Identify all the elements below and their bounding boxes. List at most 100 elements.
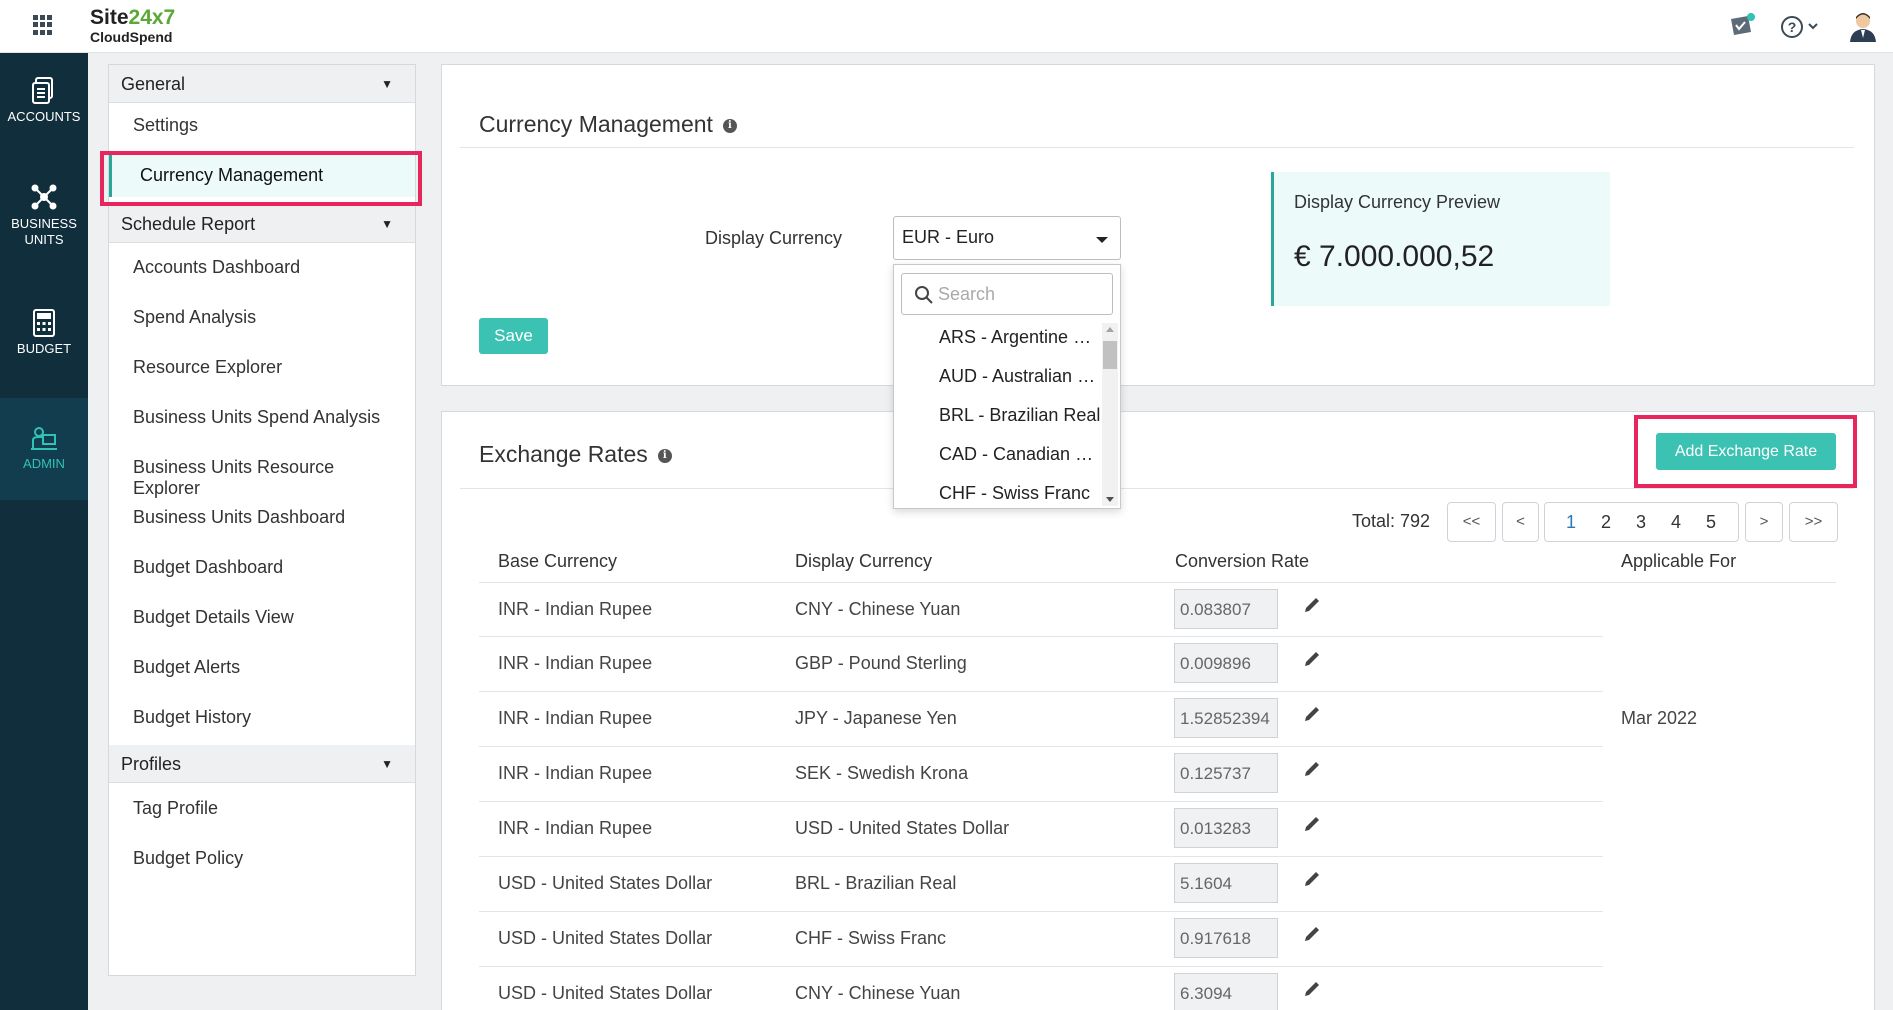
rail-accounts[interactable]: ACCOUNTS [0, 77, 88, 137]
section-profiles-label: Profiles [121, 754, 182, 774]
divider [460, 147, 1854, 148]
dropdown-option[interactable]: AUD - Australian Dollar [939, 366, 1101, 387]
col-base-currency: Base Currency [498, 551, 618, 571]
base-currency-cell: INR - Indian Rupee [498, 708, 653, 728]
conversion-rate-field: 0.125737 [1174, 753, 1278, 793]
page-number-group: 1 2 3 4 5 [1544, 502, 1739, 542]
row-divider [479, 636, 1603, 637]
scroll-up-icon[interactable] [1106, 327, 1114, 332]
dropdown-option[interactable]: CHF - Swiss Franc [939, 483, 1101, 504]
nav-settings[interactable]: Settings [109, 103, 415, 147]
help-icon[interactable]: ? [1780, 14, 1822, 45]
display-currency-preview: Display Currency Preview € 7.000.000,52 [1271, 172, 1610, 306]
section-general[interactable]: General ▼ [109, 65, 415, 103]
display-currency-cell: CNY - Chinese Yuan [795, 983, 961, 1003]
chevron-down-icon: ▼ [381, 757, 393, 771]
section-schedule-report[interactable]: Schedule Report ▼ [109, 205, 415, 243]
total-count: Total: 792 [1352, 511, 1431, 531]
preview-value: € 7.000.000,52 [1294, 240, 1495, 273]
pencil-icon[interactable] [1302, 979, 1322, 1004]
nav-budget-history[interactable]: Budget History [109, 695, 415, 739]
divider [460, 488, 1854, 489]
preview-title: Display Currency Preview [1294, 192, 1501, 212]
display-currency-select[interactable]: EUR - Euro [893, 216, 1121, 260]
conversion-rate-field: 1.52852394 [1174, 698, 1278, 738]
nav-budget-details-view[interactable]: Budget Details View [109, 595, 415, 639]
nav-spend-analysis[interactable]: Spend Analysis [109, 295, 415, 339]
accounts-icon [32, 77, 53, 104]
conversion-rate-field: 0.013283 [1174, 808, 1278, 848]
display-currency-cell: CNY - Chinese Yuan [795, 599, 961, 619]
base-currency-cell: INR - Indian Rupee [498, 599, 653, 619]
pencil-icon[interactable] [1302, 814, 1322, 839]
conversion-rate-field: 0.009896 [1174, 643, 1278, 683]
base-currency-cell: INR - Indian Rupee [498, 763, 653, 783]
admin-icon [31, 427, 57, 450]
pencil-icon[interactable] [1302, 649, 1322, 674]
scroll-down-icon[interactable] [1106, 497, 1114, 502]
nav-resource-explorer[interactable]: Resource Explorer [109, 345, 415, 389]
display-currency-cell: BRL - Brazilian Real [795, 873, 957, 893]
apps-grid-icon[interactable] [33, 15, 53, 35]
first-page-button[interactable]: << [1447, 502, 1496, 542]
rail-business-units[interactable]: BUSINESS UNITS [0, 182, 88, 262]
scroll-thumb[interactable] [1103, 341, 1117, 369]
display-currency-cell: USD - United States Dollar [795, 818, 1010, 838]
pencil-icon[interactable] [1302, 924, 1322, 949]
section-profiles[interactable]: Profiles ▼ [109, 745, 415, 783]
col-conversion-rate: Conversion Rate [1175, 551, 1310, 571]
pencil-icon[interactable] [1302, 869, 1322, 894]
page-5-button[interactable]: 5 [1701, 512, 1721, 533]
prev-page-button[interactable]: < [1502, 502, 1539, 542]
caret-down-icon [1096, 237, 1108, 243]
pencil-icon[interactable] [1302, 595, 1322, 620]
top-header: Site24x7 CloudSpend ? [0, 0, 1893, 53]
base-currency-cell: INR - Indian Rupee [498, 653, 653, 673]
rail-business-label-2: UNITS [24, 232, 64, 247]
display-currency-cell: CHF - Swiss Franc [795, 928, 947, 948]
rail-budget-label: BUDGET [16, 341, 72, 356]
row-divider [479, 746, 1603, 747]
conversion-rate-field: 5.1604 [1174, 863, 1278, 903]
dropdown-search[interactable] [901, 273, 1113, 315]
nav-bu-spend-analysis[interactable]: Business Units Spend Analysis [109, 395, 415, 439]
rail-budget[interactable]: BUDGET [0, 309, 88, 369]
info-icon[interactable]: i [657, 448, 672, 463]
info-icon[interactable]: i [722, 118, 737, 133]
page-1-button[interactable]: 1 [1561, 512, 1581, 533]
dropdown-option[interactable]: CAD - Canadian Dollar [939, 444, 1101, 465]
nav-bu-resource-explorer[interactable]: Business Units Resource Explorer [109, 445, 415, 498]
rail-admin-label: ADMIN [23, 456, 65, 471]
rail-admin[interactable]: ADMIN [0, 398, 88, 500]
currency-management-title: Currency Management i [479, 111, 737, 138]
search-input[interactable] [938, 282, 1103, 306]
section-general-label: General [121, 74, 186, 94]
nav-accounts-dashboard[interactable]: Accounts Dashboard [109, 245, 415, 289]
save-button[interactable]: Save [479, 318, 548, 354]
currency-dropdown: ARS - Argentine Peso AUD - Australian Do… [893, 264, 1121, 509]
brand-sub: CloudSpend [90, 29, 173, 45]
page-2-button[interactable]: 2 [1596, 512, 1616, 533]
dropdown-option[interactable]: ARS - Argentine Peso [939, 327, 1101, 348]
last-page-button[interactable]: >> [1789, 502, 1838, 542]
dropdown-scrollbar[interactable] [1102, 323, 1118, 506]
nav-tag-profile[interactable]: Tag Profile [109, 786, 415, 830]
nav-budget-dashboard[interactable]: Budget Dashboard [109, 545, 415, 589]
annotation-highlight-currency-management [100, 151, 422, 206]
pencil-icon[interactable] [1302, 704, 1322, 729]
chevron-down-icon: ▼ [381, 217, 393, 231]
notification-icon[interactable] [1728, 13, 1756, 44]
site24x7-logo[interactable]: Site24x7 CloudSpend [90, 7, 175, 44]
user-avatar-icon[interactable] [1848, 10, 1878, 47]
pencil-icon[interactable] [1302, 759, 1322, 784]
page-4-button[interactable]: 4 [1666, 512, 1686, 533]
next-page-button[interactable]: > [1745, 502, 1783, 542]
nav-budget-alerts[interactable]: Budget Alerts [109, 645, 415, 689]
nav-bu-dashboard[interactable]: Business Units Dashboard [109, 495, 415, 539]
nav-budget-policy[interactable]: Budget Policy [109, 836, 415, 880]
dropdown-option[interactable]: BRL - Brazilian Real [939, 405, 1101, 426]
display-currency-value: EUR - Euro [902, 227, 995, 247]
calculator-icon [33, 309, 55, 337]
page-3-button[interactable]: 3 [1631, 512, 1651, 533]
col-display-currency: Display Currency [795, 551, 933, 571]
